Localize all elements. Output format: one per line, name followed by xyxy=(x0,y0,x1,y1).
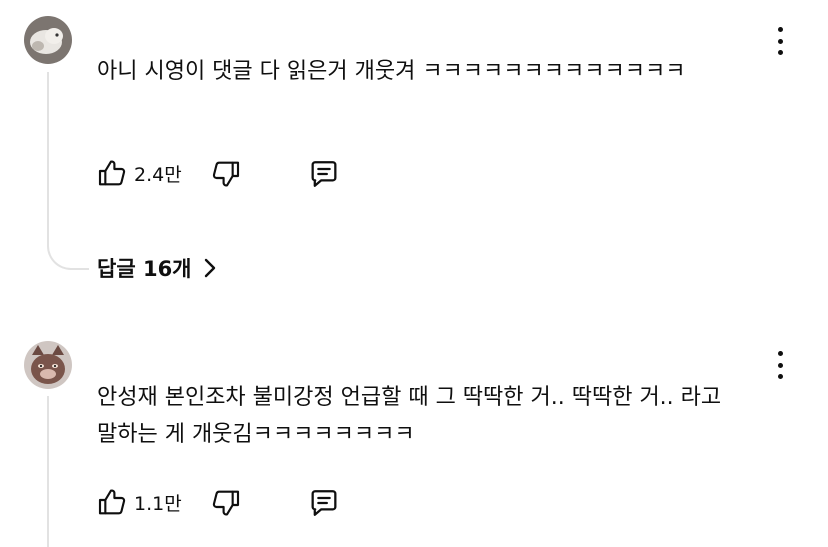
reply-button[interactable] xyxy=(307,157,341,191)
avatar[interactable] xyxy=(24,341,72,389)
like-count: 2.4만 xyxy=(134,163,182,186)
reply-button[interactable] xyxy=(307,486,341,520)
thumbs-down-icon xyxy=(212,490,240,516)
more-vert-icon xyxy=(777,27,783,32)
more-options-button[interactable] xyxy=(774,27,786,55)
thumbs-up-icon xyxy=(98,489,126,515)
thread-curve xyxy=(47,240,89,270)
view-replies-button[interactable]: 답글 16개 xyxy=(97,253,218,283)
like-button[interactable]: 1.1만 xyxy=(96,486,182,518)
comment-text: 아니 시영이 댓글 다 읽은거 개웃겨 ㅋㅋㅋㅋㅋㅋㅋㅋㅋㅋㅋㅋㅋ xyxy=(97,59,686,84)
thumbs-up-icon xyxy=(98,160,126,186)
like-count: 1.1만 xyxy=(134,492,182,515)
replies-label: 답글 16개 xyxy=(97,257,192,281)
like-button[interactable]: 2.4만 xyxy=(96,157,182,189)
comment-text: 안성재 본인조차 불미강정 언급할 때 그 딱딱한 거.. 딱딱한 거.. 라고… xyxy=(97,385,722,447)
dislike-button[interactable] xyxy=(210,158,242,190)
reply-icon xyxy=(311,161,337,187)
avatar[interactable] xyxy=(24,16,72,64)
thread-line xyxy=(47,72,49,244)
thread-line xyxy=(47,396,49,547)
reply-icon xyxy=(311,490,337,516)
dislike-button[interactable] xyxy=(210,487,242,519)
chevron-right-icon xyxy=(204,258,215,278)
more-options-button[interactable] xyxy=(774,351,786,379)
thumbs-down-icon xyxy=(212,161,240,187)
more-vert-icon xyxy=(777,351,783,356)
